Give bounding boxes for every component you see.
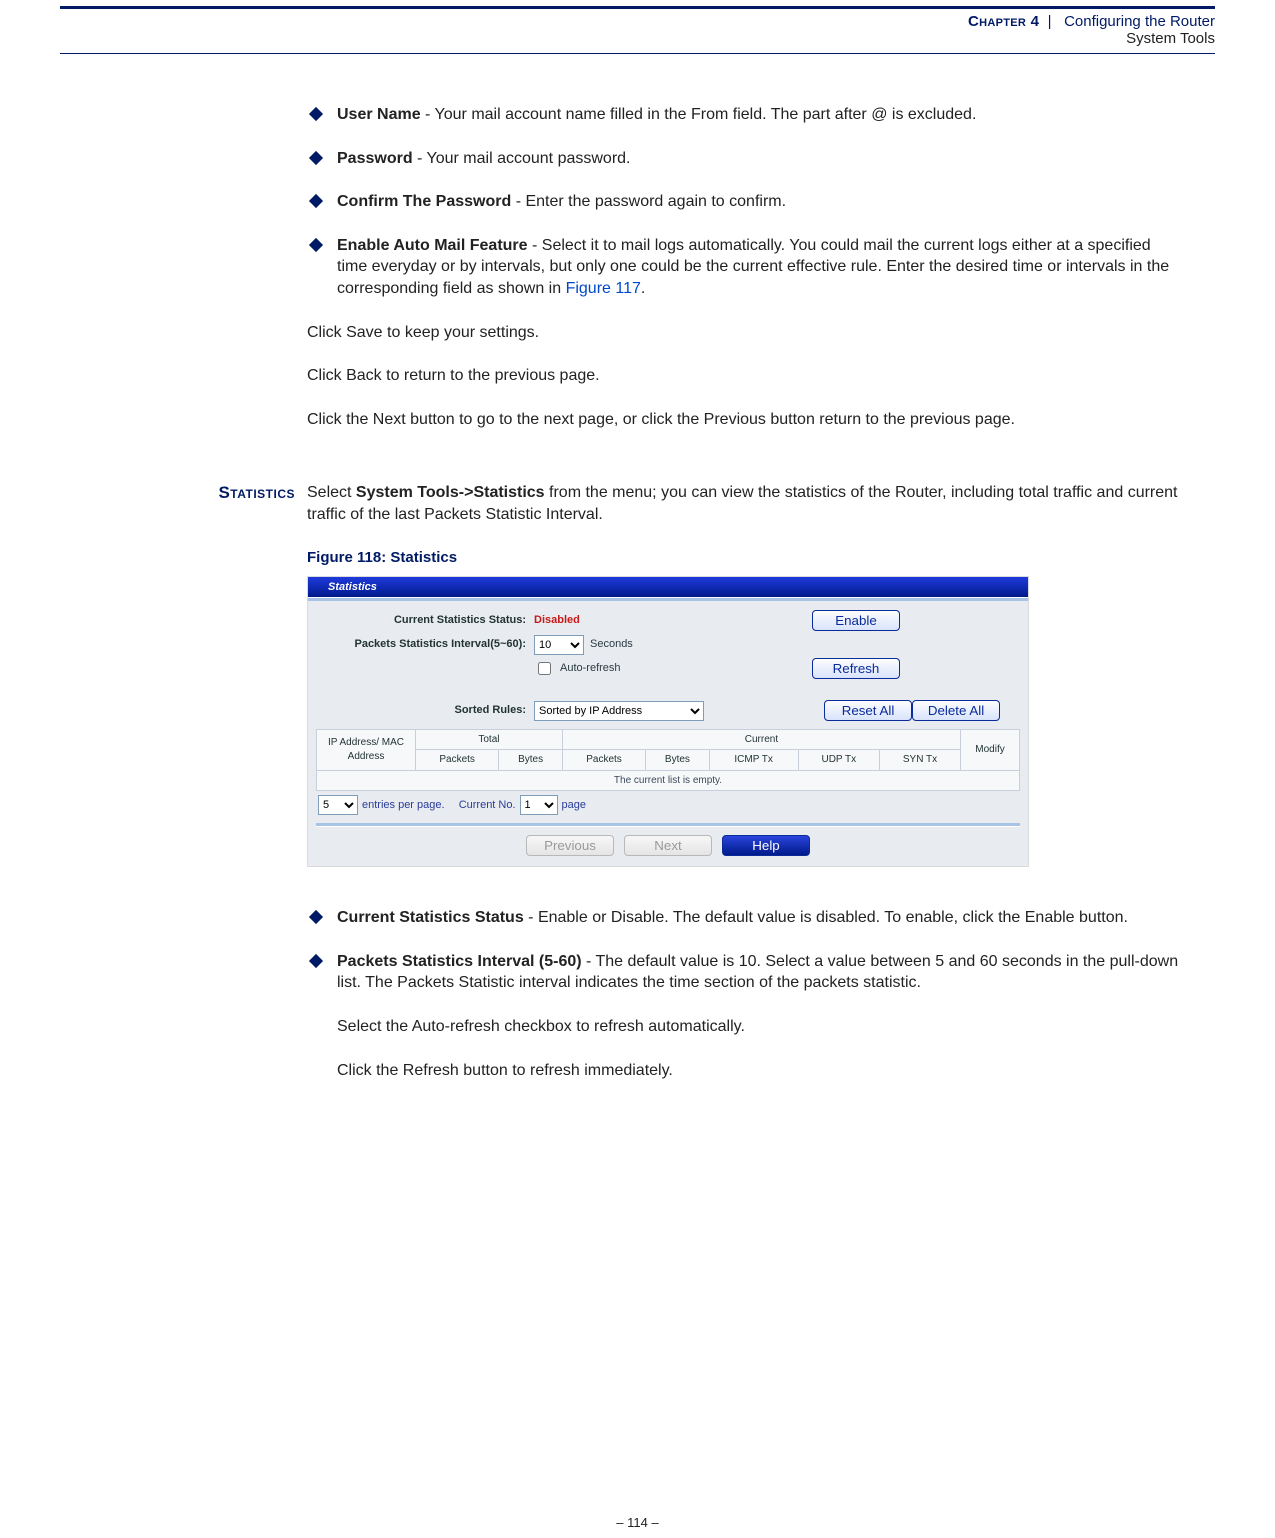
header-separator: | bbox=[1048, 13, 1052, 30]
table-empty-message: The current list is empty. bbox=[317, 770, 1020, 791]
col-total-bytes: Bytes bbox=[499, 750, 563, 771]
doc-title: Configuring the Router bbox=[1064, 13, 1215, 30]
colgroup-total: Total bbox=[416, 729, 563, 750]
value-status-disabled: Disabled bbox=[534, 613, 580, 628]
delete-all-button[interactable]: Delete All bbox=[912, 700, 1000, 721]
refresh-button[interactable]: Refresh bbox=[812, 658, 900, 679]
bullet-current-status: Current Statistics Status - Enable or Di… bbox=[337, 907, 1185, 929]
bullet-password: Password - Your mail account password. bbox=[337, 148, 1185, 170]
entries-per-page-select[interactable]: 5 bbox=[318, 795, 358, 815]
auto-refresh-checkbox[interactable] bbox=[538, 662, 551, 675]
col-icmp: ICMP Tx bbox=[709, 750, 798, 771]
interval-unit: Seconds bbox=[590, 637, 633, 652]
colgroup-current: Current bbox=[562, 729, 960, 750]
chapter-label: Chapter 4 bbox=[968, 13, 1039, 30]
page-number: – 114 – bbox=[0, 1515, 1275, 1530]
intro-bold: System Tools->Statistics bbox=[356, 484, 545, 501]
page-header: Chapter 4 | Configuring the Router Syste… bbox=[60, 11, 1215, 53]
label-sorted-rules: Sorted Rules: bbox=[316, 703, 534, 718]
next-button[interactable]: Next bbox=[624, 835, 712, 856]
col-udp: UDP Tx bbox=[798, 750, 880, 771]
col-modify: Modify bbox=[961, 729, 1020, 770]
enable-button[interactable]: Enable bbox=[812, 610, 900, 631]
entries-suffix: entries per page. bbox=[362, 798, 445, 813]
extra-auto-refresh: Select the Auto-refresh checkbox to refr… bbox=[337, 1016, 1185, 1038]
bullet-term: Current Statistics Status bbox=[337, 909, 524, 926]
col-curr-bytes: Bytes bbox=[646, 750, 710, 771]
col-syn: SYN Tx bbox=[880, 750, 961, 771]
top-rule-thin bbox=[60, 53, 1215, 54]
shot-title: Statistics bbox=[308, 577, 1028, 597]
label-interval: Packets Statistics Interval(5~60): bbox=[316, 637, 534, 652]
label-current-status: Current Statistics Status: bbox=[316, 613, 534, 628]
para-back: Click Back to return to the previous pag… bbox=[307, 365, 1185, 387]
stats-table: IP Address/ MAC Address Total Current Mo… bbox=[316, 729, 1020, 792]
auto-refresh-label: Auto-refresh bbox=[560, 661, 621, 676]
bullet-term: User Name bbox=[337, 106, 421, 123]
bullet-text: - Enter the password again to confirm. bbox=[511, 193, 786, 210]
col-total-packets: Packets bbox=[416, 750, 499, 771]
statistics-intro: Select System Tools->Statistics from the… bbox=[307, 482, 1185, 525]
lower-bullet-list: Current Statistics Status - Enable or Di… bbox=[307, 907, 1185, 1081]
doc-subtitle: System Tools bbox=[60, 30, 1215, 47]
section-sidelabel-empty bbox=[155, 104, 307, 452]
interval-select[interactable]: 10 bbox=[534, 635, 584, 655]
sorted-rules-select[interactable]: Sorted by IP Address bbox=[534, 701, 704, 721]
section-sidelabel-statistics: Statistics bbox=[155, 482, 307, 1103]
bullet-term: Confirm The Password bbox=[337, 193, 511, 210]
top-rule-thick bbox=[60, 6, 1215, 9]
bullet-term: Enable Auto Mail Feature bbox=[337, 237, 528, 254]
bullet-packets-interval: Packets Statistics Interval (5-60) - The… bbox=[337, 951, 1185, 1081]
bullet-term: Packets Statistics Interval (5-60) bbox=[337, 953, 582, 970]
extra-refresh-button: Click the Refresh button to refresh imme… bbox=[337, 1060, 1185, 1082]
current-page-select[interactable]: 1 bbox=[520, 795, 558, 815]
figure-caption: Figure 118: Statistics bbox=[307, 548, 1185, 568]
bullet-text: - Your mail account name filled in the F… bbox=[421, 106, 977, 123]
pager: 5 entries per page. Current No. 1 page bbox=[316, 791, 1020, 819]
bullet-term: Password bbox=[337, 150, 413, 167]
bullet-text: - Your mail account password. bbox=[413, 150, 631, 167]
previous-button[interactable]: Previous bbox=[526, 835, 614, 856]
bullet-tail: . bbox=[641, 280, 645, 297]
statistics-screenshot: Statistics Current Statistics Status: Di… bbox=[307, 576, 1029, 868]
intro-prefix: Select bbox=[307, 484, 356, 501]
currno-prefix: Current No. bbox=[459, 798, 516, 813]
bullet-confirm-password: Confirm The Password - Enter the passwor… bbox=[337, 191, 1185, 213]
bullet-username: User Name - Your mail account name fille… bbox=[337, 104, 1185, 126]
col-ip: IP Address/ MAC Address bbox=[317, 729, 416, 770]
reset-all-button[interactable]: Reset All bbox=[824, 700, 912, 721]
bullet-enable-auto-mail: Enable Auto Mail Feature - Select it to … bbox=[337, 235, 1185, 300]
upper-bullet-list: User Name - Your mail account name fille… bbox=[307, 104, 1185, 300]
para-save: Click Save to keep your settings. bbox=[307, 322, 1185, 344]
para-next-prev: Click the Next button to go to the next … bbox=[307, 409, 1185, 431]
bullet-text: - Enable or Disable. The default value i… bbox=[524, 909, 1128, 926]
link-figure-117[interactable]: Figure 117 bbox=[566, 280, 641, 297]
help-button[interactable]: Help bbox=[722, 835, 810, 856]
col-curr-packets: Packets bbox=[562, 750, 645, 771]
currno-suffix: page bbox=[562, 798, 586, 813]
